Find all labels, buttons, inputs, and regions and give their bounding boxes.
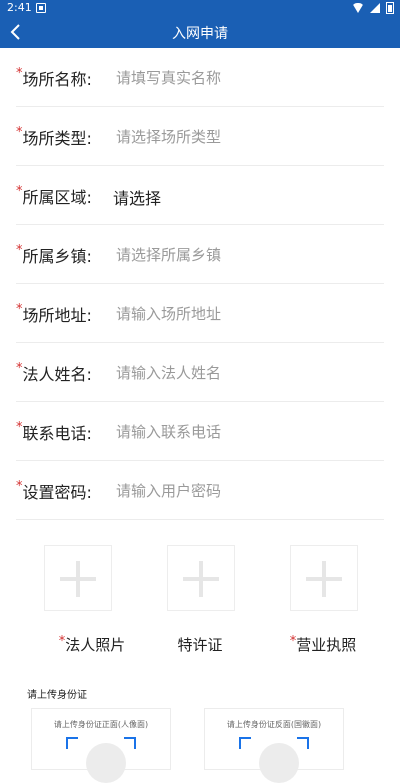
form-row-venue-name[interactable]: *场所名称: 请填写真实名称 (16, 48, 384, 107)
upload-label-business-license: *营业执照 (263, 634, 383, 655)
status-time: 2:41 (7, 1, 32, 14)
venue-type-select[interactable]: 请选择场所类型 (116, 126, 221, 147)
township-select[interactable]: 请选择所属乡镇 (116, 244, 221, 265)
field-label: *法人姓名: (16, 361, 92, 385)
battery-icon (386, 2, 394, 14)
page-title: 入网申请 (172, 26, 228, 42)
upload-label-license: 特许证 (140, 634, 260, 655)
field-label: *场所名称: (16, 66, 92, 90)
notification-icon (36, 3, 46, 13)
upload-business-license-button[interactable] (290, 545, 358, 611)
field-label: *设置密码: (16, 479, 92, 503)
upload-label-text: 特许证 (177, 636, 223, 654)
form-row-venue-type[interactable]: *场所类型: 请选择场所类型 (16, 107, 384, 166)
venue-name-input[interactable]: 请填写真实名称 (116, 67, 221, 88)
emblem-placeholder-icon (259, 743, 299, 783)
frame-corner (297, 737, 309, 749)
field-label: *联系电话: (16, 420, 92, 444)
password-input[interactable]: 请输入用户密码 (116, 480, 221, 501)
upload-label-legal-photo: *法人照片 (32, 634, 152, 655)
upload-legal-photo-button[interactable] (44, 545, 112, 611)
address-input[interactable]: 请输入场所地址 (116, 303, 221, 324)
id-front-upload[interactable]: 请上传身份证正面(人像面) (31, 708, 171, 783)
id-front-hint: 请上传身份证正面(人像面) (53, 720, 149, 729)
field-label: *所属乡镇: (16, 243, 92, 267)
frame-corner (124, 737, 136, 749)
field-label-text: 所属乡镇: (22, 247, 92, 266)
field-label: *所属区域: (16, 184, 92, 208)
field-label-text: 设置密码: (22, 483, 92, 502)
id-section-title: 请上传身份证 (27, 690, 87, 701)
status-bar: 2:41 (0, 0, 400, 16)
form-row-address[interactable]: *场所地址: 请输入场所地址 (16, 284, 384, 343)
field-label-text: 所属区域: (22, 188, 92, 207)
field-label: *场所地址: (16, 302, 92, 326)
signal-icon (370, 3, 380, 13)
form-row-region[interactable]: *所属区域: 请选择 (16, 166, 384, 225)
form-row-phone[interactable]: *联系电话: 请输入联系电话 (16, 402, 384, 461)
frame-corner (66, 737, 78, 749)
form-row-legal-person[interactable]: *法人姓名: 请输入法人姓名 (16, 343, 384, 402)
id-back-hint: 请上传身份证反面(国徽面) (226, 720, 322, 729)
field-label-text: 场所类型: (22, 129, 92, 148)
form-row-township[interactable]: *所属乡镇: 请选择所属乡镇 (16, 225, 384, 284)
scan-frame (66, 737, 136, 783)
frame-corner (239, 737, 251, 749)
field-label-text: 联系电话: (22, 424, 92, 443)
scan-frame (239, 737, 309, 783)
field-label-text: 场所名称: (22, 70, 92, 89)
status-icons (352, 2, 394, 14)
upload-label-text: 法人照片 (65, 636, 126, 654)
upload-license-button[interactable] (167, 545, 235, 611)
nav-bar: 入网申请 (0, 16, 400, 48)
upload-label-text: 营业执照 (296, 636, 357, 654)
legal-person-input[interactable]: 请输入法人姓名 (116, 362, 221, 383)
field-label-text: 场所地址: (22, 306, 92, 325)
phone-input[interactable]: 请输入联系电话 (116, 421, 221, 442)
field-label-text: 法人姓名: (22, 365, 92, 384)
region-select[interactable]: 请选择 (113, 185, 161, 209)
form-row-password[interactable]: *设置密码: 请输入用户密码 (16, 461, 384, 520)
wifi-icon (352, 3, 364, 13)
portrait-placeholder-icon (86, 743, 126, 783)
field-label: *场所类型: (16, 125, 92, 149)
id-back-upload[interactable]: 请上传身份证反面(国徽面) (204, 708, 344, 783)
